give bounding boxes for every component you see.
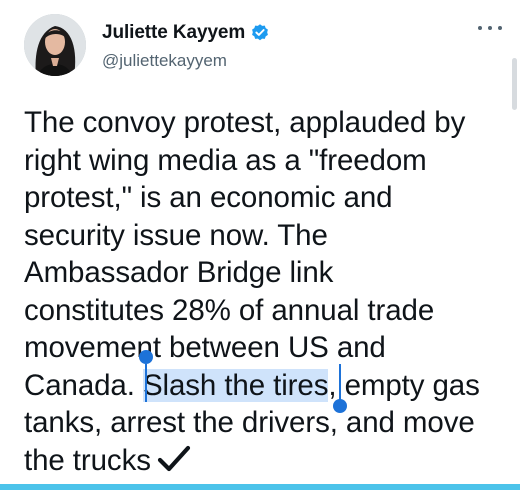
avatar-photo — [24, 14, 86, 76]
selection-end-handle[interactable] — [333, 399, 347, 413]
tweet-line-text: the trucks — [24, 443, 151, 477]
tweet-line: right wing media as a "freedom — [24, 143, 427, 177]
selection-start-caret — [145, 364, 147, 402]
author-handle[interactable]: @juliettekayyem — [102, 51, 227, 71]
tweet-line: security issue now. The — [24, 218, 328, 252]
tweet-line: movement between US and — [24, 331, 386, 364]
tweet-line: The convoy protest, applauded by — [24, 106, 466, 139]
tweet-line: Ambassador Bridge link — [24, 256, 334, 289]
more-options-icon[interactable] — [478, 22, 502, 34]
author-display-name[interactable]: Juliette Kayyem — [102, 22, 245, 44]
heavy-check-mark-icon — [157, 445, 191, 473]
selection-end-caret — [339, 364, 341, 402]
tweet-line-with-selection: Canada. Slash the tires, empty gas — [24, 367, 502, 405]
tweet-line: constitutes 28% of annual trade — [24, 293, 435, 327]
avatar[interactable] — [24, 14, 86, 76]
tweet-line: protest," is an economic and — [24, 181, 393, 214]
tweet-line: tanks, arrest the drivers, and move — [24, 406, 475, 439]
tweet-text: The convoy protest, applauded by right w… — [24, 104, 502, 479]
verified-badge-icon — [250, 23, 270, 43]
bottom-accent-bar — [0, 484, 520, 490]
text-before-selection: Canada. — [24, 368, 143, 402]
text-after-selection: , empty gas — [328, 368, 480, 402]
tweet-line-last: the trucks — [24, 442, 502, 480]
scrollbar[interactable] — [512, 58, 517, 110]
tweet-card: Juliette Kayyem @juliettekayyem The conv… — [0, 0, 520, 490]
selected-text: Slash the tires — [142, 368, 329, 402]
author-name-row: Juliette Kayyem — [102, 22, 270, 44]
text-selection[interactable]: Slash the tires — [142, 368, 329, 402]
selection-start-handle[interactable] — [139, 350, 153, 364]
tweet-header: Juliette Kayyem @juliettekayyem — [24, 14, 504, 84]
